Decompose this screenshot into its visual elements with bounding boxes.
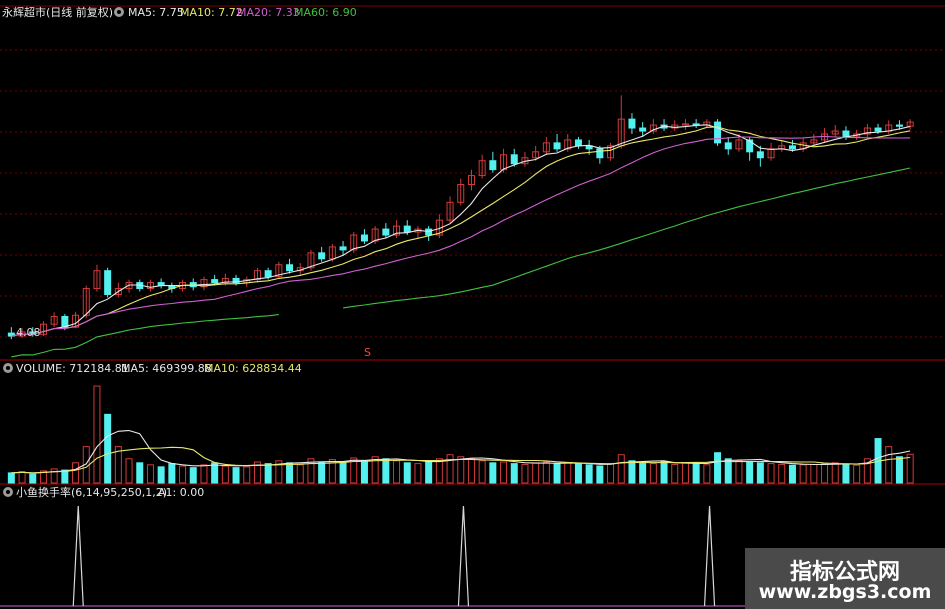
candle-body bbox=[489, 160, 497, 171]
volume-bar bbox=[639, 462, 647, 484]
stock-chart[interactable]: 永辉超市(日线 前复权) MA5: 7.75 MA10: 7.72 MA20: … bbox=[0, 0, 945, 609]
candle-body bbox=[639, 127, 647, 132]
volume-bar bbox=[7, 472, 15, 484]
ma10-label: MA10: 7.72 bbox=[180, 6, 243, 19]
candle-body bbox=[104, 270, 112, 295]
circle-dot-icon[interactable] bbox=[3, 363, 13, 373]
candle-body bbox=[339, 246, 347, 251]
volume-bar bbox=[136, 462, 144, 484]
volume-bar bbox=[756, 462, 764, 484]
price-header: 永辉超市(日线 前复权) MA5: 7.75 MA10: 7.72 MA20: … bbox=[2, 5, 357, 19]
circle-dot-icon[interactable] bbox=[3, 487, 13, 497]
volume-bar bbox=[714, 452, 722, 484]
candle-body bbox=[724, 142, 732, 150]
candle-body bbox=[714, 121, 722, 144]
volume-bar bbox=[29, 473, 37, 484]
volume-bar bbox=[382, 458, 390, 484]
volume-bar bbox=[318, 461, 326, 484]
candle-body bbox=[382, 228, 390, 236]
candle-body bbox=[788, 145, 796, 150]
indicator-header: 小鱼换手率(6,14,95,250,1,2) A1: 0.00 bbox=[3, 485, 204, 499]
volume-bar bbox=[104, 413, 112, 484]
volume-bar bbox=[660, 461, 668, 484]
volume-bar bbox=[339, 462, 347, 484]
ma20-label: MA20: 7.33 bbox=[237, 6, 300, 19]
stock-name: 永辉超市(日线 前复权) bbox=[2, 5, 113, 19]
candle-body bbox=[318, 252, 326, 260]
volume-bar bbox=[596, 465, 604, 484]
volume-bar bbox=[189, 467, 197, 484]
volume-bar bbox=[157, 466, 165, 484]
volume-bar bbox=[842, 463, 850, 484]
candle-body bbox=[211, 279, 219, 284]
volume-bar bbox=[61, 469, 69, 484]
ma60-label: MA60: 6.90 bbox=[294, 6, 357, 19]
volume-bar bbox=[489, 462, 497, 484]
volume-bar bbox=[232, 467, 240, 484]
watermark-url: www.zbgs3.com bbox=[758, 581, 932, 603]
volume-bar bbox=[264, 463, 272, 484]
candle-body bbox=[264, 270, 272, 278]
volume-title: VOLUME: 712184.81 bbox=[16, 362, 129, 375]
candle-body bbox=[286, 264, 294, 272]
indicator-title: 小鱼换手率(6,14,95,250,1,2) bbox=[16, 485, 167, 499]
watermark: 指标公式网 www.zbgs3.com bbox=[745, 548, 945, 609]
volume-bar bbox=[585, 464, 593, 484]
candle-body bbox=[403, 225, 411, 233]
circle-dot-icon[interactable] bbox=[114, 7, 124, 17]
a1-label: A1: 0.00 bbox=[158, 486, 204, 499]
candle-body bbox=[553, 142, 561, 150]
candle-body bbox=[895, 124, 903, 127]
volume-ma5-label: MA5: 469399.88 bbox=[121, 362, 212, 375]
candle-body bbox=[510, 154, 518, 165]
volume-bar bbox=[574, 463, 582, 484]
candle-body bbox=[574, 139, 582, 147]
volume-bar bbox=[425, 461, 433, 484]
volume-header: VOLUME: 712184.81 MA5: 469399.88 MA10: 6… bbox=[3, 362, 302, 375]
low-price-label: 4.08 bbox=[16, 326, 41, 339]
volume-bar bbox=[724, 458, 732, 484]
volume-bar bbox=[286, 462, 294, 484]
volume-bar bbox=[168, 463, 176, 484]
ma5-label: MA5: 7.75 bbox=[128, 6, 184, 19]
volume-ma10-label: MA10: 628834.44 bbox=[204, 362, 302, 375]
candle-body bbox=[756, 151, 764, 159]
candle-body bbox=[596, 148, 604, 159]
candle-body bbox=[360, 234, 368, 242]
volume-bar bbox=[628, 460, 636, 484]
volume-bar bbox=[788, 464, 796, 484]
candle-body bbox=[874, 127, 882, 132]
volume-bar bbox=[692, 463, 700, 484]
volume-bar bbox=[746, 461, 754, 484]
volume-bar bbox=[510, 463, 518, 484]
volume-bar bbox=[211, 462, 219, 484]
candle-body bbox=[628, 118, 636, 129]
sell-marker: S bbox=[364, 346, 371, 359]
volume-bar bbox=[895, 456, 903, 484]
volume-bar bbox=[553, 463, 561, 484]
volume-bar bbox=[360, 459, 368, 484]
volume-bar bbox=[403, 462, 411, 484]
